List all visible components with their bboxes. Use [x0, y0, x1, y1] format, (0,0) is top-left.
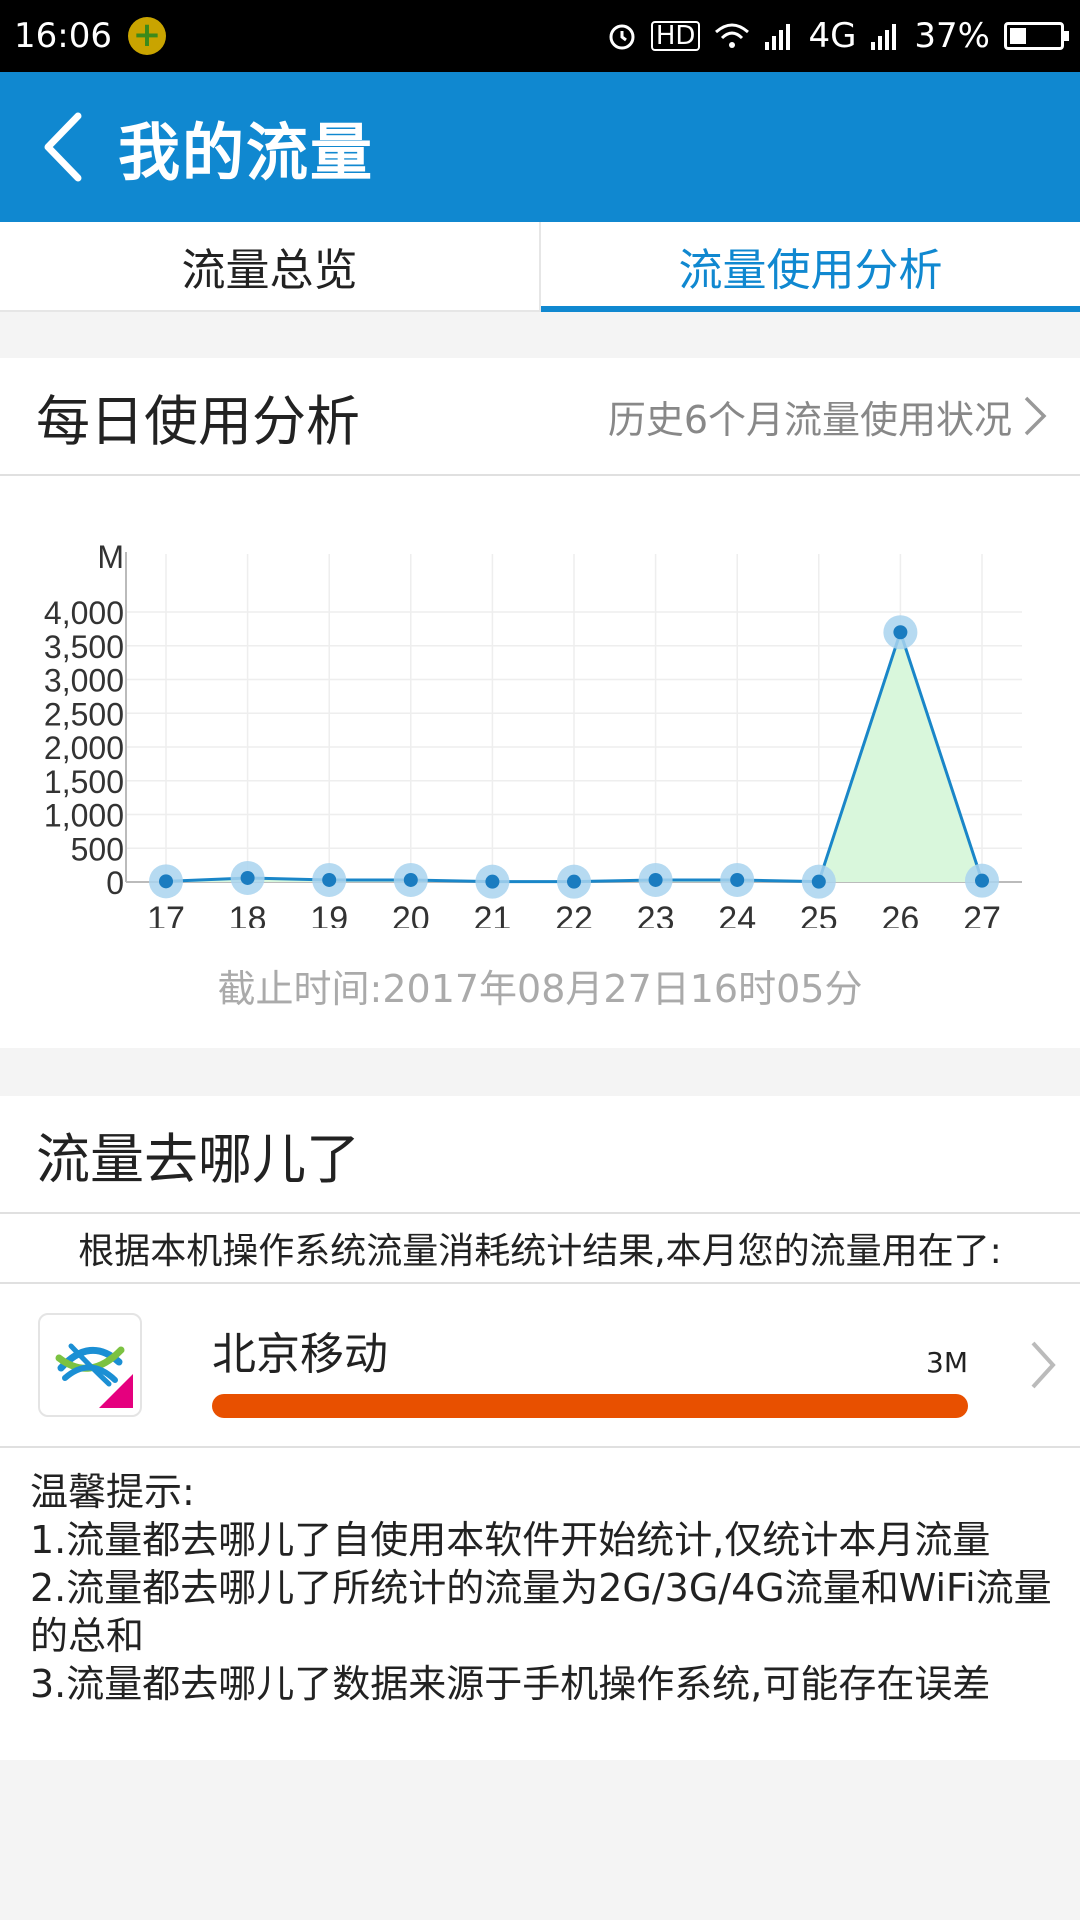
- daily-usage-title: 每日使用分析: [36, 389, 360, 453]
- china-mobile-logo: [38, 1313, 142, 1417]
- data-point: [730, 872, 745, 887]
- usage-bar-track: [212, 1394, 968, 1418]
- daily-usage-chart: 05001,0001,5002,0002,5003,0003,5004,000 M…: [44, 539, 1022, 928]
- y-tick-label: 4,000: [44, 595, 124, 631]
- data-point: [485, 874, 500, 889]
- y-tick-label: 500: [71, 831, 124, 867]
- wifi-icon: [715, 23, 750, 48]
- usage-bar-fill: [212, 1394, 968, 1418]
- tip-line: 2.流量都去哪儿了所统计的流量为2G/3G/4G流量和WiFi流量的总和: [30, 1566, 1052, 1658]
- y-tick-label: 1,000: [44, 798, 124, 834]
- data-point: [240, 870, 255, 885]
- status-right: HD 4G 37%: [607, 16, 1069, 56]
- history-link[interactable]: 历史6个月流量使用状况: [608, 389, 1048, 444]
- app-usage-amount: 3M: [926, 1346, 968, 1379]
- x-tick-label: 23: [637, 900, 675, 928]
- traffic-destination-card: 流量去哪儿了 根据本机操作系统流量消耗统计结果,本月您的流量用在了: 北京移动 …: [0, 1096, 1080, 1760]
- y-tick-label: 3,500: [44, 629, 124, 665]
- x-tick-label: 20: [392, 900, 430, 928]
- x-tick-label: 24: [718, 900, 756, 928]
- x-tick-label: 21: [473, 900, 511, 928]
- back-button[interactable]: [8, 72, 118, 222]
- x-tick-label: 17: [147, 900, 185, 928]
- app-name: 北京移动: [212, 1329, 388, 1380]
- y-tick-label: 3,000: [44, 663, 124, 699]
- data-point: [648, 872, 663, 887]
- battery-icon: [1004, 22, 1069, 50]
- status-left: 16:06 +: [14, 16, 166, 56]
- tab-bar: 流量总览 流量使用分析: [0, 222, 1080, 312]
- tab-usage-analysis[interactable]: 流量使用分析: [539, 222, 1080, 312]
- china-mobile-logo-mark: [55, 1343, 133, 1408]
- chevron-right-icon: [1024, 396, 1047, 436]
- tab-overview[interactable]: 流量总览: [0, 222, 539, 310]
- traffic-destination-title: 流量去哪儿了: [36, 1127, 360, 1191]
- signal-icon-2: [871, 24, 897, 50]
- data-point: [403, 872, 418, 887]
- tip-line: 3.流量都去哪儿了数据来源于手机操作系统,可能存在误差: [30, 1662, 991, 1706]
- tip-line: 1.流量都去哪儿了自使用本软件开始统计,仅统计本月流量: [30, 1518, 991, 1562]
- app-usage-info: 北京移动 3M: [212, 1284, 968, 1448]
- tips-section: 温馨提示: 1.流量都去哪儿了自使用本软件开始统计,仅统计本月流量 2.流量都去…: [0, 1448, 1080, 1708]
- traffic-destination-header: 流量去哪儿了: [0, 1096, 1080, 1214]
- x-tick-label: 19: [310, 900, 348, 928]
- data-point: [567, 874, 581, 889]
- signal-icon: [765, 24, 791, 50]
- daily-usage-card: 每日使用分析 历史6个月流量使用状况 0 500 1,000 1,500 2,000 2,…: [0, 358, 1080, 1048]
- app-bar: 我的流量: [0, 72, 1080, 222]
- y-axis-unit: M: [97, 539, 124, 575]
- daily-usage-header: 每日使用分析 历史6个月流量使用状况: [0, 358, 1080, 476]
- data-point: [893, 625, 908, 640]
- back-arrow-icon: [44, 112, 82, 182]
- alarm-icon: [609, 24, 635, 50]
- status-time: 16:06: [14, 16, 112, 56]
- x-tick-label: 27: [963, 900, 1001, 928]
- y-tick-label: 2,000: [44, 730, 124, 766]
- chevron-right-icon: [1031, 1341, 1056, 1389]
- data-point: [322, 872, 337, 887]
- status-bar: 16:06 + HD 4G 37%: [0, 0, 1080, 72]
- tips-heading: 温馨提示:: [30, 1470, 195, 1514]
- notification-icon: +: [127, 17, 166, 55]
- cutoff-time: 截止时间:2017年08月27日16时05分: [217, 967, 863, 1011]
- page-title: 我的流量: [118, 116, 375, 189]
- traffic-summary: 根据本机操作系统流量消耗统计结果,本月您的流量用在了:: [0, 1214, 1080, 1284]
- history-link-label: 历史6个月流量使用状况: [607, 397, 1012, 442]
- y-tick-label: 2,500: [44, 696, 124, 732]
- x-tick-label: 25: [800, 900, 838, 928]
- data-point: [811, 874, 826, 889]
- data-point: [159, 874, 173, 889]
- x-tick-label: 26: [881, 900, 919, 928]
- data-point: [975, 873, 989, 888]
- hd-icon: HD: [650, 21, 701, 51]
- y-tick-label: 0: [106, 865, 124, 901]
- network-type: 4G: [808, 16, 857, 56]
- x-tick-label: 22: [555, 900, 593, 928]
- battery-percent: 37%: [914, 16, 990, 56]
- y-tick-label: 1,500: [44, 764, 124, 800]
- app-usage-row[interactable]: 北京移动 3M: [0, 1284, 1080, 1448]
- x-tick-label: 18: [229, 900, 267, 928]
